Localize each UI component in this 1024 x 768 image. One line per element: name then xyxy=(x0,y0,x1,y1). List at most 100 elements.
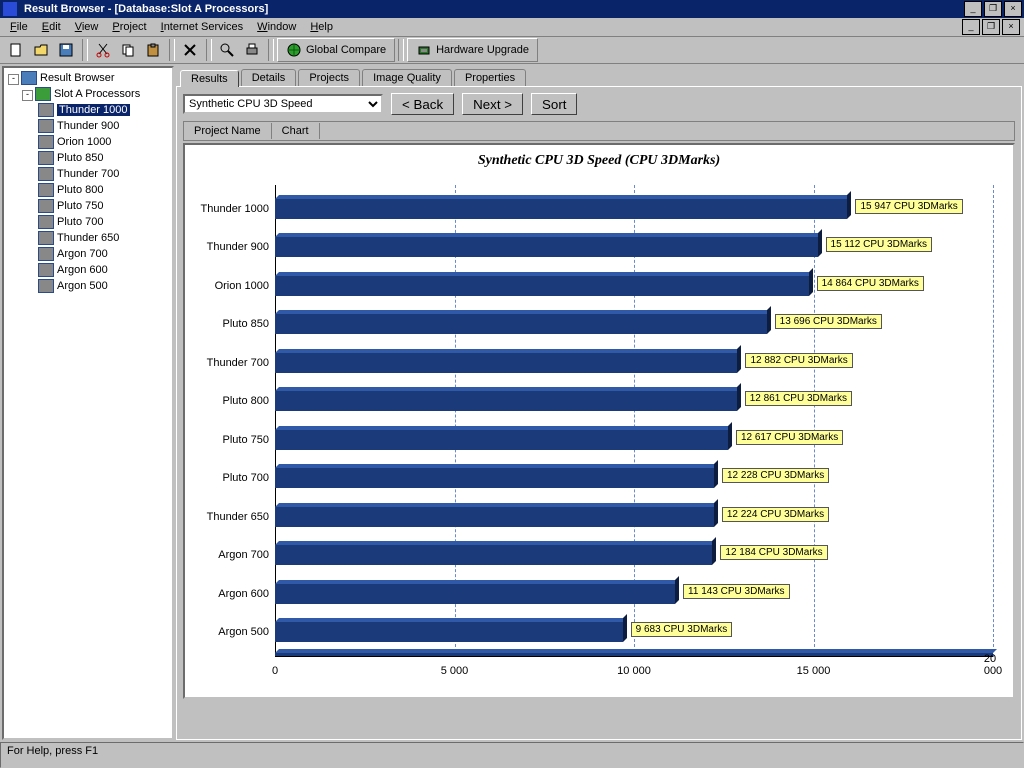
next-button[interactable]: Next > xyxy=(462,93,523,115)
x-tick-label: 20 000 xyxy=(984,653,1002,677)
menu-edit[interactable]: Edit xyxy=(36,21,67,33)
open-button[interactable] xyxy=(29,38,53,62)
tab-projects[interactable]: Projects xyxy=(298,69,360,86)
tree-item[interactable]: Pluto 850 xyxy=(4,150,172,166)
close-button[interactable]: × xyxy=(1004,1,1022,17)
bar-value-label: 13 696 CPU 3DMarks xyxy=(775,314,882,329)
bar-category-label: Thunder 1000 xyxy=(187,203,269,215)
menu-window[interactable]: Window xyxy=(251,21,302,33)
bar xyxy=(275,199,847,219)
project-icon xyxy=(38,231,54,245)
chart: Synthetic CPU 3D Speed (CPU 3DMarks) Thu… xyxy=(183,143,1015,699)
tree-database[interactable]: -Slot A Processors xyxy=(4,86,172,102)
hardware-upgrade-button[interactable]: Hardware Upgrade xyxy=(407,38,538,62)
delete-button[interactable] xyxy=(178,38,202,62)
right-pane: Results Details Projects Image Quality P… xyxy=(176,66,1022,740)
x-tick-label: 5 000 xyxy=(441,665,469,677)
bar-value-label: 15 947 CPU 3DMarks xyxy=(855,199,962,214)
back-button[interactable]: < Back xyxy=(391,93,454,115)
bar xyxy=(275,391,737,411)
tree-item[interactable]: Orion 1000 xyxy=(4,134,172,150)
tree-item[interactable]: Argon 500 xyxy=(4,278,172,294)
bar-category-label: Thunder 700 xyxy=(187,357,269,369)
tree-item[interactable]: Pluto 800 xyxy=(4,182,172,198)
bar-row: Thunder 70012 882 CPU 3DMarks xyxy=(275,349,993,387)
bar xyxy=(275,468,714,488)
print-button[interactable] xyxy=(240,38,264,62)
paste-button[interactable] xyxy=(141,38,165,62)
new-button[interactable] xyxy=(4,38,28,62)
bar-value-label: 12 228 CPU 3DMarks xyxy=(722,468,829,483)
bar-row: Thunder 90015 112 CPU 3DMarks xyxy=(275,233,993,271)
project-icon xyxy=(38,167,54,181)
bar-category-label: Argon 500 xyxy=(187,626,269,638)
menu-project[interactable]: Project xyxy=(106,21,152,33)
tree-item[interactable]: Thunder 900 xyxy=(4,118,172,134)
x-tick-label: 15 000 xyxy=(797,665,831,677)
bar-value-label: 11 143 CPU 3DMarks xyxy=(683,584,790,599)
project-icon xyxy=(38,119,54,133)
find-button[interactable] xyxy=(215,38,239,62)
tree-view[interactable]: -Result Browser -Slot A Processors Thund… xyxy=(2,66,174,740)
bar-category-label: Argon 600 xyxy=(187,588,269,600)
doc-maximize-button[interactable]: ❐ xyxy=(982,19,1000,35)
bar-value-label: 12 882 CPU 3DMarks xyxy=(745,353,852,368)
bar-value-label: 9 683 CPU 3DMarks xyxy=(631,622,733,637)
project-icon xyxy=(38,135,54,149)
tab-results[interactable]: Results xyxy=(180,70,239,87)
chart-title: Synthetic CPU 3D Speed (CPU 3DMarks) xyxy=(185,145,1013,173)
menu-view[interactable]: View xyxy=(69,21,105,33)
title-bar: Result Browser - [Database:Slot A Proces… xyxy=(0,0,1024,18)
tree-item[interactable]: Thunder 700 xyxy=(4,166,172,182)
project-icon xyxy=(38,247,54,261)
header-chart[interactable]: Chart xyxy=(272,123,320,139)
bar-row: Pluto 80012 861 CPU 3DMarks xyxy=(275,387,993,425)
tab-body: Synthetic CPU 3D Speed < Back Next > Sor… xyxy=(176,86,1022,740)
cut-button[interactable] xyxy=(91,38,115,62)
bar-row: Orion 100014 864 CPU 3DMarks xyxy=(275,272,993,310)
tree-root[interactable]: -Result Browser xyxy=(4,70,172,86)
bar-category-label: Thunder 900 xyxy=(187,241,269,253)
tree-item[interactable]: Argon 600 xyxy=(4,262,172,278)
bar-row: Thunder 100015 947 CPU 3DMarks xyxy=(275,195,993,233)
project-icon xyxy=(38,199,54,213)
maximize-button[interactable]: ❐ xyxy=(984,1,1002,17)
bar xyxy=(275,545,712,565)
tree-item[interactable]: Argon 700 xyxy=(4,246,172,262)
bar-category-label: Pluto 700 xyxy=(187,472,269,484)
bar-value-label: 12 224 CPU 3DMarks xyxy=(722,507,829,522)
tab-properties[interactable]: Properties xyxy=(454,69,526,86)
tab-details[interactable]: Details xyxy=(241,69,297,86)
database-icon xyxy=(35,87,51,101)
project-icon xyxy=(38,151,54,165)
tree-item[interactable]: Thunder 1000 xyxy=(4,102,172,118)
metric-select[interactable]: Synthetic CPU 3D Speed xyxy=(183,94,383,114)
bar-category-label: Pluto 850 xyxy=(187,318,269,330)
tree-item[interactable]: Pluto 700 xyxy=(4,214,172,230)
global-compare-label: Global Compare xyxy=(306,44,386,56)
bar xyxy=(275,353,737,373)
window-title: Result Browser - [Database:Slot A Proces… xyxy=(20,0,964,18)
tree-item[interactable]: Thunder 650 xyxy=(4,230,172,246)
menu-help[interactable]: Help xyxy=(304,21,339,33)
save-button[interactable] xyxy=(54,38,78,62)
tree-item[interactable]: Pluto 750 xyxy=(4,198,172,214)
project-icon xyxy=(38,215,54,229)
hardware-upgrade-label: Hardware Upgrade xyxy=(436,44,529,56)
global-compare-button[interactable]: Global Compare xyxy=(277,38,395,62)
sort-button[interactable]: Sort xyxy=(531,93,577,115)
menu-file[interactable]: File xyxy=(4,21,34,33)
bar-category-label: Orion 1000 xyxy=(187,280,269,292)
tab-image-quality[interactable]: Image Quality xyxy=(362,69,452,86)
bar xyxy=(275,507,714,527)
header-project-name[interactable]: Project Name xyxy=(184,123,272,139)
doc-close-button[interactable]: × xyxy=(1002,19,1020,35)
doc-minimize-button[interactable]: _ xyxy=(962,19,980,35)
copy-button[interactable] xyxy=(116,38,140,62)
bar-row: Pluto 75012 617 CPU 3DMarks xyxy=(275,426,993,464)
minimize-button[interactable]: _ xyxy=(964,1,982,17)
bar xyxy=(275,430,728,450)
bar-row: Thunder 65012 224 CPU 3DMarks xyxy=(275,503,993,541)
bar-row: Argon 70012 184 CPU 3DMarks xyxy=(275,541,993,579)
menu-internet-services[interactable]: Internet Services xyxy=(155,21,250,33)
